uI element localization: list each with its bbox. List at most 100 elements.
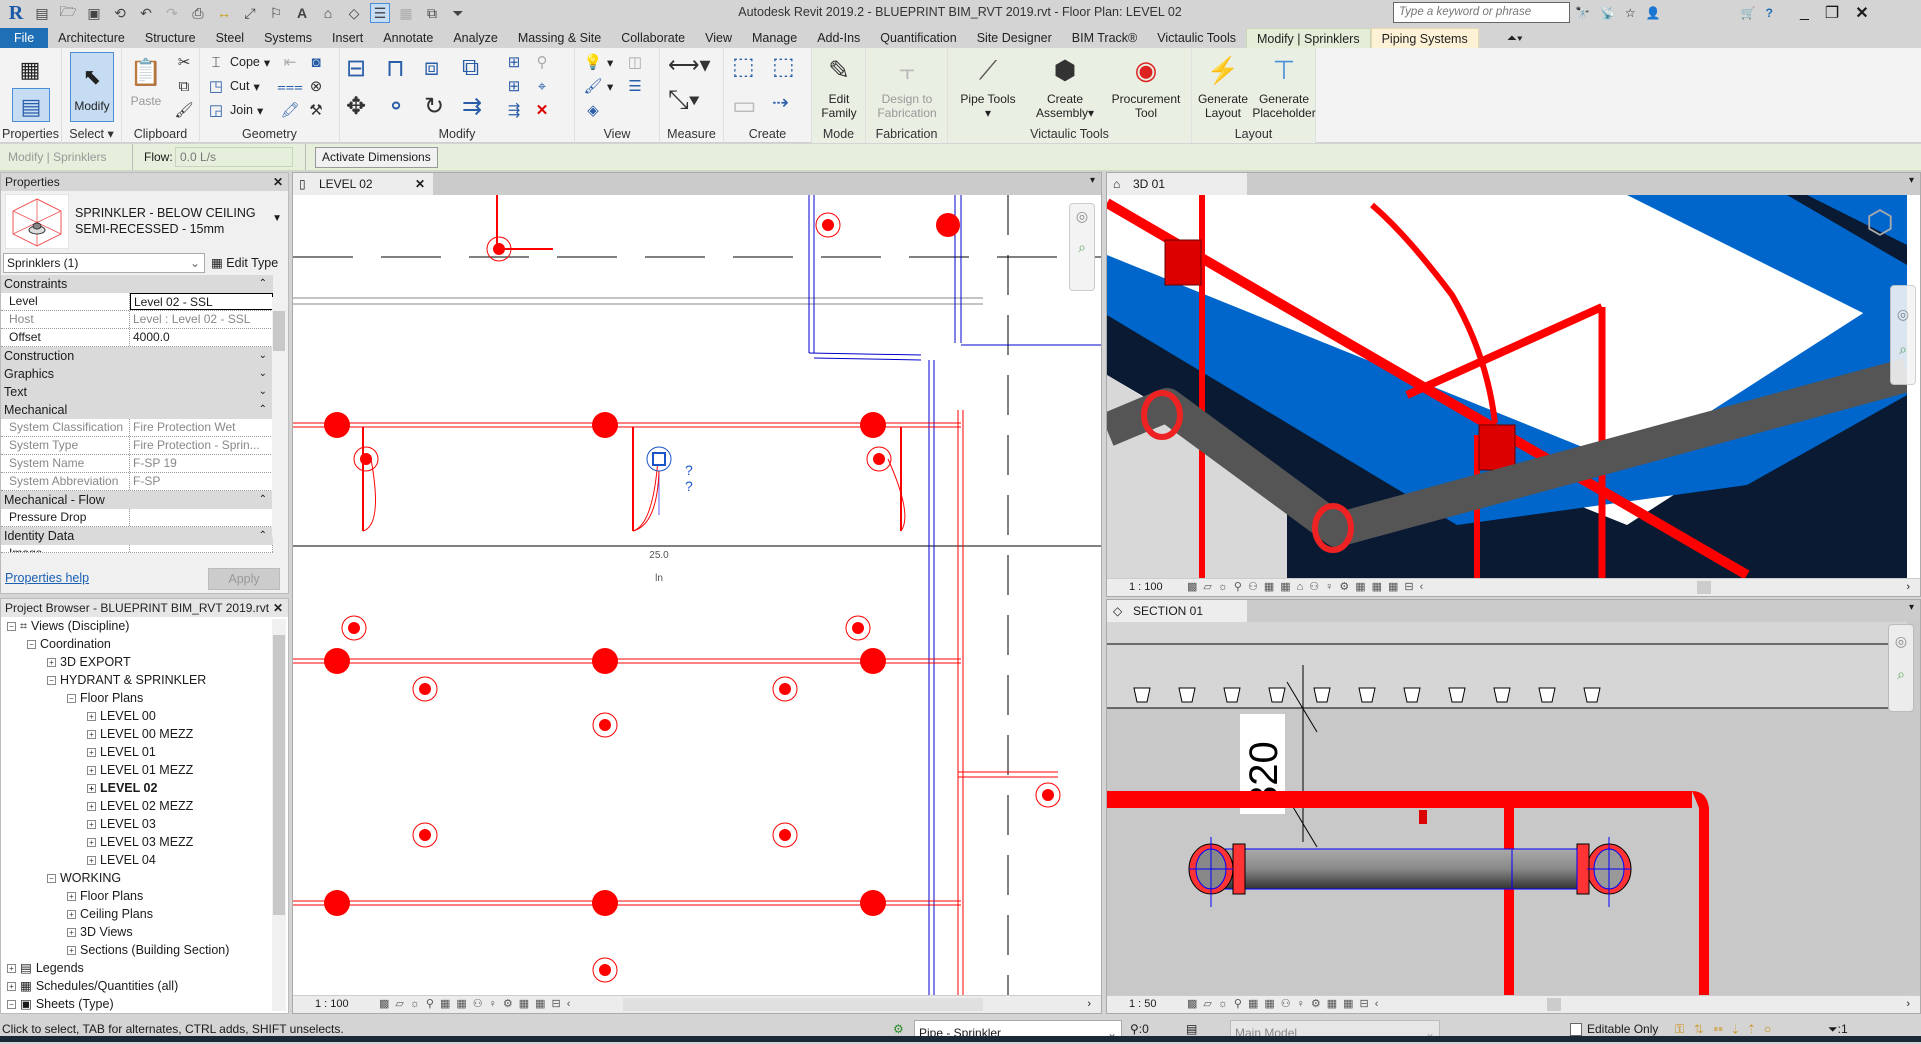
aligned-dimension-icon[interactable]: ⤢: [240, 3, 260, 23]
view-control-icons[interactable]: ▩▱☼⚲▦▦⚇♀⚙▦▦⊟‹: [1187, 996, 1384, 1013]
close-hidden-windows-icon[interactable]: ▦: [396, 3, 416, 23]
measure-between-icon[interactable]: ⟷▾: [668, 52, 711, 78]
horizontal-scrollbar[interactable]: [623, 998, 983, 1011]
minimize-icon[interactable]: _: [1800, 4, 1809, 22]
tab-manage[interactable]: Manage: [742, 28, 807, 48]
view-scale[interactable]: 1 : 50: [1129, 996, 1157, 1013]
mirror-draw-icon[interactable]: ⧉: [462, 54, 479, 82]
rotate-icon[interactable]: ↻: [424, 92, 444, 121]
browser-scrollbar[interactable]: [272, 619, 286, 1011]
view-control-icons[interactable]: ▩▱☼⚲▦▦⚇♀⚙▦▦⊟‹: [379, 996, 576, 1013]
type-dropdown-icon[interactable]: ▼: [272, 213, 282, 224]
help-icon[interactable]: ?: [1766, 6, 1773, 20]
open-icon[interactable]: 🗁: [58, 3, 78, 23]
tab-overflow-icon[interactable]: ▾: [1909, 602, 1914, 613]
ribbon-minimize-icon[interactable]: ⏶▾: [1497, 28, 1533, 48]
create-assembly-icon[interactable]: ⬚: [732, 52, 755, 81]
tag-icon[interactable]: ⚐: [266, 3, 286, 23]
generate-placeholder-button[interactable]: ⊤ Generate Placeholder: [1252, 52, 1316, 120]
copy-clipboard-icon[interactable]: ⧉: [174, 76, 194, 96]
tab-architecture[interactable]: Architecture: [48, 28, 135, 48]
3d-canvas[interactable]: [1107, 195, 1907, 578]
mirror-pick-icon[interactable]: ⧈: [424, 54, 439, 82]
app-menu-icon[interactable]: ▤: [32, 3, 52, 23]
unjoin-icon[interactable]: ⇤: [280, 52, 300, 72]
tab-victaulic-tools[interactable]: Victaulic Tools: [1147, 28, 1246, 48]
filter-lines-icon[interactable]: ☰: [625, 76, 645, 96]
aligned-dimension-ribbon-icon[interactable]: ⤡▾: [668, 84, 700, 116]
tree-node-level-02-active[interactable]: + LEVEL 02: [87, 779, 157, 797]
expand-icon[interactable]: +: [7, 963, 16, 973]
tree-node-views[interactable]: − ⌗ Views (Discipline): [7, 617, 129, 635]
close-browser-icon[interactable]: ✕: [273, 599, 283, 617]
align-icon[interactable]: ⊟: [346, 54, 366, 83]
pin-icon[interactable]: ⚲: [532, 52, 552, 72]
close-icon[interactable]: ✕: [1855, 3, 1868, 23]
switch-windows-icon[interactable]: ⧉: [422, 3, 442, 23]
view-scale[interactable]: 1 : 100: [1129, 579, 1163, 596]
cut-clipboard-icon[interactable]: ✂: [174, 52, 194, 72]
expand-icon[interactable]: +: [67, 891, 76, 901]
design-to-fabrication-button[interactable]: ⫟ Design to Fabrication: [870, 52, 944, 120]
plan-canvas[interactable]: 25.0 ln ? ?: [293, 195, 1101, 995]
edit-type-button[interactable]: ▦ Edit Type: [211, 255, 278, 270]
properties-scrollbar[interactable]: [272, 297, 286, 537]
restore-icon[interactable]: ❐: [1825, 3, 1839, 23]
editable-only-checkbox[interactable]: [1570, 1023, 1582, 1036]
tree-node-level-01[interactable]: + LEVEL 01: [87, 743, 156, 761]
tree-node-legends[interactable]: + ▤ Legends: [7, 959, 84, 977]
subscription-icon[interactable]: 📡: [1600, 6, 1615, 20]
tree-node-schedules[interactable]: + ▦ Schedules/Quantities (all): [7, 977, 178, 995]
join-button[interactable]: ◲ Join ▾: [206, 100, 263, 120]
view-scale[interactable]: 1 : 100: [315, 996, 349, 1013]
zoom-region-icon[interactable]: ⌕: [1891, 341, 1915, 358]
collapse-icon[interactable]: −: [67, 693, 76, 703]
copy-icon[interactable]: ⚬: [386, 92, 406, 121]
hide-element-icon[interactable]: 💡 ▾: [583, 52, 614, 72]
linework-icon[interactable]: ◫: [625, 52, 645, 72]
print-icon[interactable]: ⎙: [188, 3, 208, 23]
tree-node-3d-export[interactable]: +3D EXPORT: [47, 653, 131, 671]
offset-icon[interactable]: ⊓: [386, 54, 405, 83]
apply-button[interactable]: Apply: [208, 568, 280, 590]
zoom-region-icon[interactable]: ⌕: [1070, 239, 1094, 256]
collapse-icon[interactable]: −: [47, 873, 56, 883]
tree-node-ceiling-plans[interactable]: + Ceiling Plans: [67, 905, 153, 923]
tree-node-coordination[interactable]: − Coordination: [27, 635, 111, 653]
instance-filter-dropdown[interactable]: Sprinklers (1) ⌄: [3, 253, 205, 273]
group-constraints[interactable]: Constraints ⌃: [1, 275, 273, 293]
save-icon[interactable]: ▣: [84, 3, 104, 23]
expand-icon[interactable]: +: [87, 837, 96, 847]
store-cart-icon[interactable]: 🛒: [1741, 6, 1756, 20]
tab-view[interactable]: View: [695, 28, 742, 48]
tab-piping-systems[interactable]: Piping Systems: [1370, 28, 1479, 48]
type-properties-button[interactable]: ▦: [12, 52, 48, 92]
steering-wheel-icon[interactable]: ◎: [1891, 306, 1915, 323]
create-parts-icon[interactable]: ⬚: [772, 52, 795, 81]
delete-icon[interactable]: ✕: [532, 100, 552, 120]
search-input[interactable]: Type a keyword or phrase: [1393, 2, 1570, 23]
binoculars-icon[interactable]: 🔭: [1575, 6, 1590, 20]
override-graphics-icon[interactable]: 🖌 ▾: [583, 76, 613, 96]
favorites-star-icon[interactable]: ☆: [1625, 6, 1636, 20]
tree-node-level-03-mezz[interactable]: + LEVEL 03 MEZZ: [87, 833, 193, 851]
tab-insert[interactable]: Insert: [322, 28, 373, 48]
user-icon[interactable]: 👤: [1646, 6, 1661, 20]
tab-massing-site[interactable]: Massing & Site: [508, 28, 611, 48]
tree-node-working-floor-plans[interactable]: + Floor Plans: [67, 887, 143, 905]
level-field[interactable]: Level 02 - SSL: [130, 293, 273, 310]
view-tab-level-02[interactable]: ▯ LEVEL 02 ✕: [293, 173, 433, 195]
expand-icon[interactable]: +: [67, 927, 76, 937]
close-properties-icon[interactable]: ✕: [273, 173, 283, 191]
create-similar-icon[interactable]: ⇢: [772, 90, 789, 115]
customize-qat-icon[interactable]: ⏷: [448, 3, 468, 23]
section-canvas[interactable]: 320: [1107, 622, 1907, 997]
procurement-tool-button[interactable]: ◉ Procurement Tool: [1104, 52, 1188, 120]
horizontal-scrollbar[interactable]: [1547, 998, 1561, 1011]
demolish-icon[interactable]: ⊗: [306, 76, 326, 96]
unpin-icon[interactable]: ⌖: [532, 76, 552, 96]
tree-node-hydrant-sprinkler[interactable]: − HYDRANT & SPRINKLER: [47, 671, 206, 689]
group-construction[interactable]: Construction ⌄: [1, 347, 273, 365]
split-icon[interactable]: ⊞: [504, 52, 524, 72]
tree-node-floor-plans[interactable]: − Floor Plans: [67, 689, 143, 707]
